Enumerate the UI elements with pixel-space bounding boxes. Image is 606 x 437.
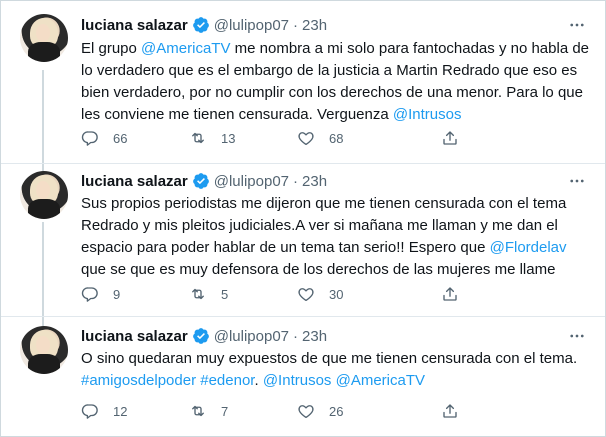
author-handle[interactable]: @lulipop07 bbox=[214, 173, 289, 190]
hashtag-link[interactable]: #amigosdelpoder bbox=[81, 372, 196, 389]
verified-badge-icon bbox=[192, 16, 210, 34]
reply-icon bbox=[81, 285, 99, 303]
author-handle[interactable]: @lulipop07 bbox=[214, 328, 289, 345]
tweet-text-line: Redrado y mis pleitos judiciales.A ver s… bbox=[81, 215, 591, 237]
timestamp[interactable]: 23h bbox=[302, 328, 327, 345]
share-button[interactable] bbox=[441, 285, 481, 303]
tweet-text-line: Sus propios periodistas me dijeron que m… bbox=[81, 193, 591, 215]
tweet-text-line: que se que es muy defensora de los derec… bbox=[81, 259, 591, 281]
reply-button[interactable]: 66 bbox=[81, 129, 189, 147]
tweet-text: Sus propios periodistas me dijeron que m… bbox=[81, 193, 591, 281]
action-bar: 9 5 30 bbox=[81, 284, 511, 304]
like-icon bbox=[297, 285, 315, 303]
like-icon bbox=[297, 129, 315, 147]
retweet-icon bbox=[189, 285, 207, 303]
text-segment: me nombra a mi solo para fantochadas y n… bbox=[230, 40, 590, 57]
mention-link[interactable]: @Intrusos bbox=[393, 106, 462, 123]
reply-icon bbox=[81, 402, 99, 420]
share-icon bbox=[441, 402, 459, 420]
text-segment: O sino quedaran muy expuestos de que me … bbox=[81, 350, 578, 367]
action-bar: 66 13 68 bbox=[81, 128, 511, 148]
reply-count: 9 bbox=[113, 286, 121, 302]
action-bar: 12 7 26 bbox=[81, 401, 511, 421]
tweet-text-line: O sino quedaran muy expuestos de que me … bbox=[81, 348, 591, 370]
more-icon[interactable] bbox=[567, 15, 587, 35]
reply-icon bbox=[81, 129, 99, 147]
reply-count: 12 bbox=[113, 403, 128, 419]
share-icon bbox=[441, 285, 459, 303]
text-segment: Redrado y mis pleitos judiciales.A ver s… bbox=[81, 217, 558, 234]
tweet[interactable]: luciana salazar @lulipop07 · 23h Sus pro… bbox=[1, 163, 605, 316]
reply-button[interactable]: 9 bbox=[81, 285, 189, 303]
like-count: 26 bbox=[329, 403, 344, 419]
mention-link[interactable]: @AmericaTV bbox=[336, 372, 425, 389]
more-icon[interactable] bbox=[567, 326, 587, 346]
separator-dot: · bbox=[293, 327, 299, 345]
mention-link[interactable]: @AmericaTV bbox=[141, 40, 230, 57]
text-segment: lo verdadero que es el embargo de la jus… bbox=[81, 62, 578, 79]
tweet-header: luciana salazar @lulipop07 · 23h bbox=[81, 171, 327, 191]
reply-count: 66 bbox=[113, 130, 128, 146]
tweet[interactable]: luciana salazar @lulipop07 · 23h O sino … bbox=[1, 316, 605, 436]
like-button[interactable]: 26 bbox=[297, 402, 441, 420]
text-segment: Sus propios periodistas me dijeron que m… bbox=[81, 195, 567, 212]
text-segment: les conviene me tienen censurada. Vergue… bbox=[81, 106, 393, 123]
timestamp[interactable]: 23h bbox=[302, 173, 327, 190]
tweet-text-line: lo verdadero que es el embargo de la jus… bbox=[81, 60, 591, 82]
retweet-button[interactable]: 7 bbox=[189, 402, 297, 420]
more-icon[interactable] bbox=[567, 171, 587, 191]
reply-button[interactable]: 12 bbox=[81, 402, 189, 420]
tweet-header: luciana salazar @lulipop07 · 23h bbox=[81, 326, 327, 346]
hashtag-link[interactable]: #edenor bbox=[200, 372, 254, 389]
like-count: 68 bbox=[329, 130, 344, 146]
text-segment: que se que es muy defensora de los derec… bbox=[81, 261, 556, 278]
retweet-count: 13 bbox=[221, 130, 236, 146]
author-name[interactable]: luciana salazar bbox=[81, 328, 188, 345]
retweet-icon bbox=[189, 129, 207, 147]
share-button[interactable] bbox=[441, 402, 481, 420]
text-segment: . bbox=[254, 372, 263, 389]
like-count: 30 bbox=[329, 286, 344, 302]
retweet-button[interactable]: 5 bbox=[189, 285, 297, 303]
tweet-text-line: bien verdadero, por no cumplir con los d… bbox=[81, 82, 591, 104]
author-handle[interactable]: @lulipop07 bbox=[214, 17, 289, 34]
avatar[interactable] bbox=[20, 14, 68, 62]
text-segment: espacio para poder hablar de un tema tan… bbox=[81, 239, 490, 256]
verified-badge-icon bbox=[192, 327, 210, 345]
tweet-text-line: El grupo @AmericaTV me nombra a mi solo … bbox=[81, 38, 591, 60]
tweet-header: luciana salazar @lulipop07 · 23h bbox=[81, 15, 327, 35]
mention-link[interactable]: @Intrusos bbox=[263, 372, 332, 389]
retweet-count: 5 bbox=[221, 286, 229, 302]
verified-badge-icon bbox=[192, 172, 210, 190]
retweet-button[interactable]: 13 bbox=[189, 129, 297, 147]
retweet-count: 7 bbox=[221, 403, 229, 419]
tweet-text: El grupo @AmericaTV me nombra a mi solo … bbox=[81, 38, 591, 126]
like-icon bbox=[297, 402, 315, 420]
timestamp[interactable]: 23h bbox=[302, 17, 327, 34]
like-button[interactable]: 68 bbox=[297, 129, 441, 147]
avatar[interactable] bbox=[20, 171, 68, 219]
separator-dot: · bbox=[293, 172, 299, 190]
avatar[interactable] bbox=[20, 326, 68, 374]
tweet-text: O sino quedaran muy expuestos de que me … bbox=[81, 348, 591, 392]
text-segment: El grupo bbox=[81, 40, 142, 57]
tweet-text-line: #amigosdelpoder #edenor. @Intrusos @Amer… bbox=[81, 370, 591, 392]
share-icon bbox=[441, 129, 459, 147]
text-segment: bien verdadero, por no cumplir con los d… bbox=[81, 84, 583, 101]
mention-link[interactable]: @Flordelav bbox=[490, 239, 567, 256]
tweet-text-line: les conviene me tienen censurada. Vergue… bbox=[81, 104, 591, 126]
separator-dot: · bbox=[293, 16, 299, 34]
tweet-text-line: espacio para poder hablar de un tema tan… bbox=[81, 237, 591, 259]
retweet-icon bbox=[189, 402, 207, 420]
like-button[interactable]: 30 bbox=[297, 285, 441, 303]
author-name[interactable]: luciana salazar bbox=[81, 17, 188, 34]
tweet[interactable]: luciana salazar @lulipop07 · 23h El grup… bbox=[1, 1, 605, 163]
author-name[interactable]: luciana salazar bbox=[81, 173, 188, 190]
share-button[interactable] bbox=[441, 129, 481, 147]
